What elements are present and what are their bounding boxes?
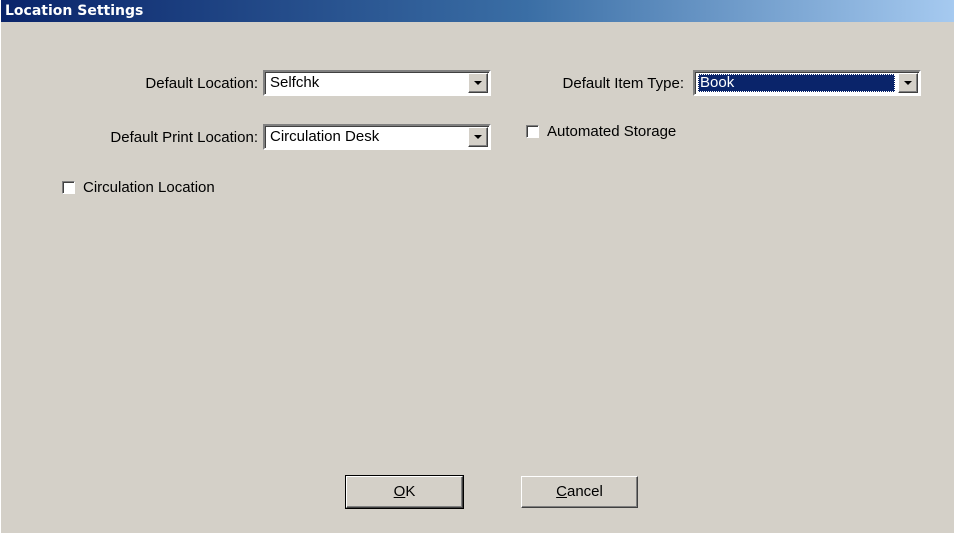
default-item-type-select[interactable]: Book <box>693 70 921 96</box>
default-location-select[interactable]: Selfchk <box>263 70 491 96</box>
default-location-value: Selfchk <box>270 74 320 91</box>
default-print-location-dropdown-button[interactable] <box>468 127 488 147</box>
default-item-type-dropdown-button[interactable] <box>898 73 918 93</box>
location-settings-dialog: Location Settings Default Location: Self… <box>0 0 954 533</box>
automated-storage-label: Automated Storage <box>547 123 677 140</box>
cancel-button-label: ancel <box>566 483 603 500</box>
ok-button-mnemonic: O <box>393 483 406 500</box>
default-print-location-label: Default Print Location: <box>110 129 258 146</box>
ok-button[interactable]: OK <box>345 475 464 509</box>
chevron-down-icon <box>904 81 912 85</box>
default-item-type-label: Default Item Type: <box>562 75 684 92</box>
ok-button-label: K <box>405 483 416 500</box>
default-print-location-select[interactable]: Circulation Desk <box>263 124 491 150</box>
circulation-location-checkbox[interactable] <box>62 181 75 194</box>
circulation-location-label: Circulation Location <box>83 179 215 196</box>
title-bar[interactable]: Location Settings <box>1 0 954 22</box>
cancel-button[interactable]: Cancel <box>521 476 638 508</box>
default-print-location-value: Circulation Desk <box>270 128 380 145</box>
default-item-type-value: Book <box>698 74 895 92</box>
automated-storage-checkbox[interactable] <box>526 125 539 138</box>
cancel-button-mnemonic: C <box>556 483 567 500</box>
default-location-dropdown-button[interactable] <box>468 73 488 93</box>
default-location-label: Default Location: <box>145 75 258 92</box>
chevron-down-icon <box>474 135 482 139</box>
chevron-down-icon <box>474 81 482 85</box>
window-title: Location Settings <box>5 3 144 19</box>
